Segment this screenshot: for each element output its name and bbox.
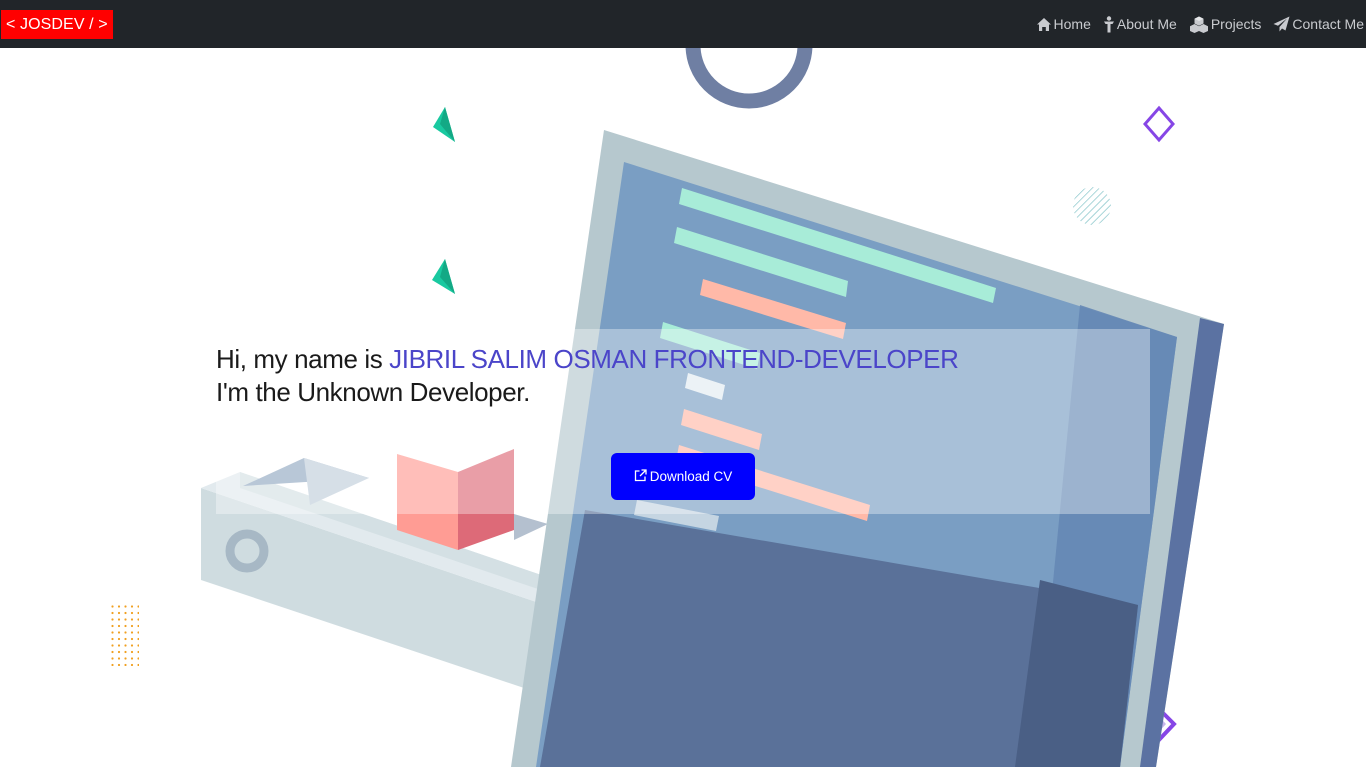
external-link-icon <box>634 468 647 485</box>
page: < JOSDEV / > Home About Me Projects Cont… <box>0 0 1366 767</box>
diamond-shape <box>1143 105 1175 143</box>
paper-plane-icon <box>1273 16 1290 32</box>
nav-item-label: About Me <box>1116 16 1177 32</box>
hero-name-role: JIBRIL SALIM OSMAN FRONTEND-DEVELOPER <box>389 344 959 374</box>
nav-item-label: Home <box>1053 16 1091 32</box>
nav-item-about[interactable]: About Me <box>1103 14 1177 34</box>
dot-grid-shape <box>111 604 139 666</box>
triangle-shape <box>432 259 455 294</box>
nav-item-label: Contact Me <box>1292 16 1364 32</box>
cubes-icon <box>1189 16 1209 33</box>
nav-item-home[interactable]: Home <box>1036 14 1091 34</box>
hero-heading: Hi, my name is JIBRIL SALIM OSMAN FRONTE… <box>216 344 959 375</box>
download-cv-button[interactable]: Download CV <box>611 453 755 500</box>
brand-logo[interactable]: < JOSDEV / > <box>1 10 113 39</box>
download-cv-label: Download CV <box>649 469 733 484</box>
person-icon <box>1103 15 1115 33</box>
nav-item-projects[interactable]: Projects <box>1189 14 1262 34</box>
hatched-circle-shape <box>1073 187 1111 225</box>
ring-shape <box>685 48 813 109</box>
hero-tagline: I'm the Unknown Developer. <box>216 377 530 407</box>
nav-links: Home About Me Projects Contact Me <box>1036 14 1364 34</box>
home-icon <box>1036 17 1052 32</box>
nav-item-label: Projects <box>1210 16 1262 32</box>
nav-item-contact[interactable]: Contact Me <box>1273 14 1364 34</box>
navbar: < JOSDEV / > Home About Me Projects Cont… <box>0 0 1366 48</box>
triangle-shape <box>433 107 455 142</box>
hero-intro: Hi, my name is <box>216 344 383 374</box>
